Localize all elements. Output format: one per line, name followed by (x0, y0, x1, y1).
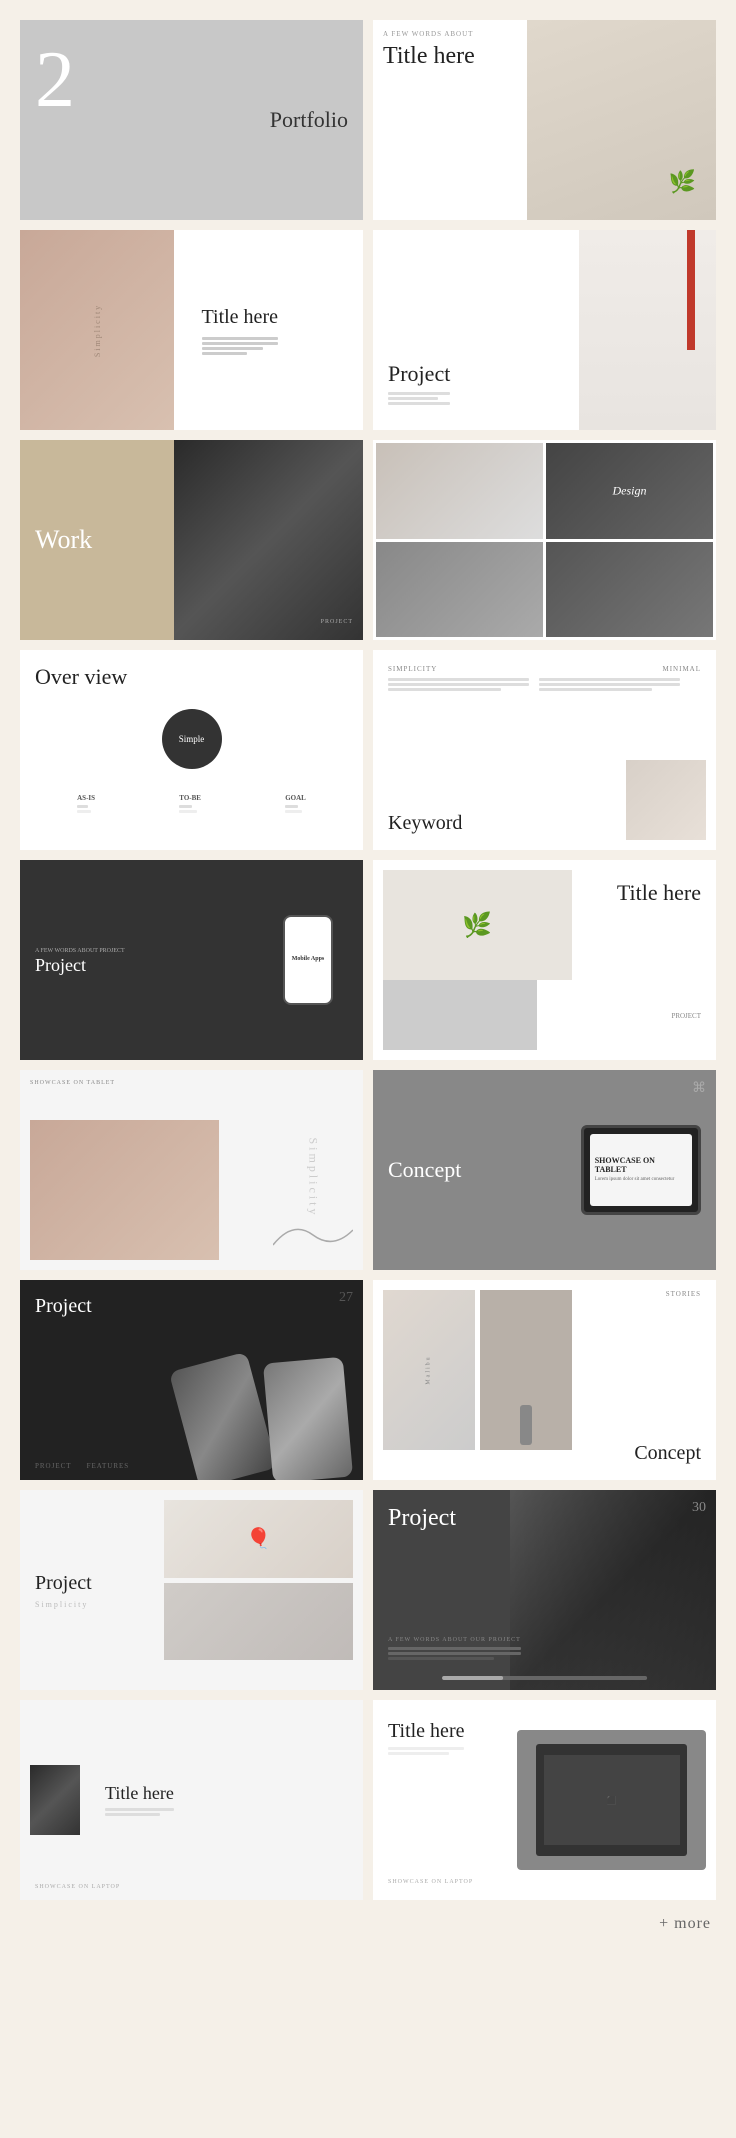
step-goal: GOAL (285, 794, 306, 802)
slide17-on-label: SHOWCASE ON LAPTOP (35, 1884, 120, 1890)
slide15-title: Project (35, 1572, 92, 1595)
slide16-img (510, 1490, 716, 1690)
slide13-title: Project (35, 1295, 92, 1318)
phone-mockup: Mobile Apps (283, 915, 333, 1005)
slide-title-botanical: 🌿 Title here PROJECT (373, 860, 716, 1060)
slide18-title: Title here (388, 1720, 464, 1742)
slide-title-laptop: Title here ⬛ SHOWCASE ON LAPTOP (373, 1700, 716, 1900)
slides-grid: 2 Portfolio 🌿 A FEW WORDS ABOUT Title he… (20, 20, 716, 1900)
slide-title-hand: Simplicity Title here (20, 230, 363, 430)
slide-design-grid: Design (373, 440, 716, 640)
slide9-label: A FEW WORDS ABOUT PROJECT (35, 947, 125, 955)
product-cell-1: Malibu (383, 1290, 475, 1450)
video-controls (442, 1676, 648, 1680)
slide15-simplicity: Simplicity (35, 1600, 92, 1609)
keyword-label-2: MINIMAL (663, 665, 702, 673)
slide11-simplicity: Simplicity (305, 1137, 320, 1217)
slide2-title: Title here (383, 43, 475, 69)
slide-project-phones: Project 27 PROJECT FEATURES (20, 1280, 363, 1480)
balloon-img-1: 🎈 (164, 1500, 353, 1578)
slide11-label: SHOWCASE ON TABLET (30, 1080, 115, 1086)
portfolio-number: 2 (35, 40, 75, 120)
keyword-title: Keyword (388, 812, 462, 835)
slide-work: Work PROJECT (20, 440, 363, 640)
slide-project-red: Project (373, 230, 716, 430)
corner-icon: ⌘ (692, 1080, 706, 1097)
slide-title-small: Title here SHOWCASE ON LAPTOP (20, 1700, 363, 1900)
slide4-title: Project (388, 361, 450, 387)
slide2-label: A FEW WORDS ABOUT (383, 30, 475, 38)
slide17-title: Title here (105, 1784, 174, 1804)
slide-project-mobile: A FEW WORDS ABOUT PROJECT Project Mobile… (20, 860, 363, 1060)
slide18-on-label: SHOWCASE ON LAPTOP (388, 1879, 473, 1885)
slide-overview: Over view Simple AS-IS TO-BE GOAL (20, 650, 363, 850)
slide12-title: Concept (388, 1157, 461, 1183)
product-grid: Malibu (383, 1290, 572, 1450)
product-cell-2 (480, 1290, 572, 1450)
step-to-be: TO-BE (179, 794, 201, 802)
tablet-text: SHOWCASE ON TABLET (595, 1156, 688, 1174)
more-button[interactable]: + more (659, 1915, 711, 1933)
slide-project-dark: Project A FEW WORDS ABOUT OUR PROJECT 30 (373, 1490, 716, 1690)
balloon-images: 🎈 (164, 1500, 353, 1660)
slide13-number: 27 (339, 1290, 353, 1306)
phones-area (123, 1320, 363, 1480)
slide16-number: 30 (692, 1500, 706, 1516)
slide16-desc: A FEW WORDS ABOUT OUR PROJECT (388, 1636, 521, 1660)
laptop-inner: ⬛ (536, 1744, 687, 1856)
slide10-project-label: PROJECT (671, 1012, 701, 1020)
slide3-title: Title here (202, 306, 278, 329)
slide-portfolio: 2 Portfolio (20, 20, 363, 220)
slide5-title: Work (35, 525, 92, 555)
tablet-mockup: SHOWCASE ON TABLET Lorem ipsum dolor sit… (581, 1125, 701, 1215)
slide10-title: Title here (617, 880, 701, 906)
slide16-title: Project (388, 1505, 456, 1532)
slide-concept-products: Malibu STORIES Concept (373, 1280, 716, 1480)
stories-label: STORIES (666, 1290, 701, 1298)
slide7-circle-label: Simple (179, 734, 205, 744)
design-label: Design (613, 483, 647, 498)
slide-tablet-showcase: SHOWCASE ON TABLET Simplicity (20, 1070, 363, 1270)
slide-keyword: SIMPLICITY MINIMAL Keyword (373, 650, 716, 850)
slide13-label-2: FEATURES (87, 1462, 130, 1470)
slide9-title: Project (35, 955, 125, 976)
slide-title-image: 🌿 A FEW WORDS ABOUT Title here (373, 20, 716, 220)
slide14-title: Concept (634, 1442, 701, 1465)
phone-img-1 (169, 1352, 277, 1480)
slide-project-balloons: Project Simplicity 🎈 (20, 1490, 363, 1690)
balloon-img-2 (164, 1583, 353, 1661)
phone-img-2 (263, 1357, 353, 1480)
slide17-img (30, 1765, 80, 1835)
more-row: + more (20, 1900, 716, 1938)
step-as-is: AS-IS (77, 794, 95, 802)
laptop-mockup: ⬛ (517, 1730, 706, 1870)
keyword-label-1: SIMPLICITY (388, 665, 437, 673)
slide7-circle: Simple (162, 709, 222, 769)
phone-text: Mobile Apps (290, 954, 327, 965)
portfolio-title: Portfolio (270, 107, 348, 133)
slide13-label-1: PROJECT (35, 1462, 72, 1470)
laptop-screen: ⬛ (544, 1755, 680, 1845)
slide-concept-tablet: Concept SHOWCASE ON TABLET Lorem ipsum d… (373, 1070, 716, 1270)
slide7-title: Over view (35, 665, 348, 689)
